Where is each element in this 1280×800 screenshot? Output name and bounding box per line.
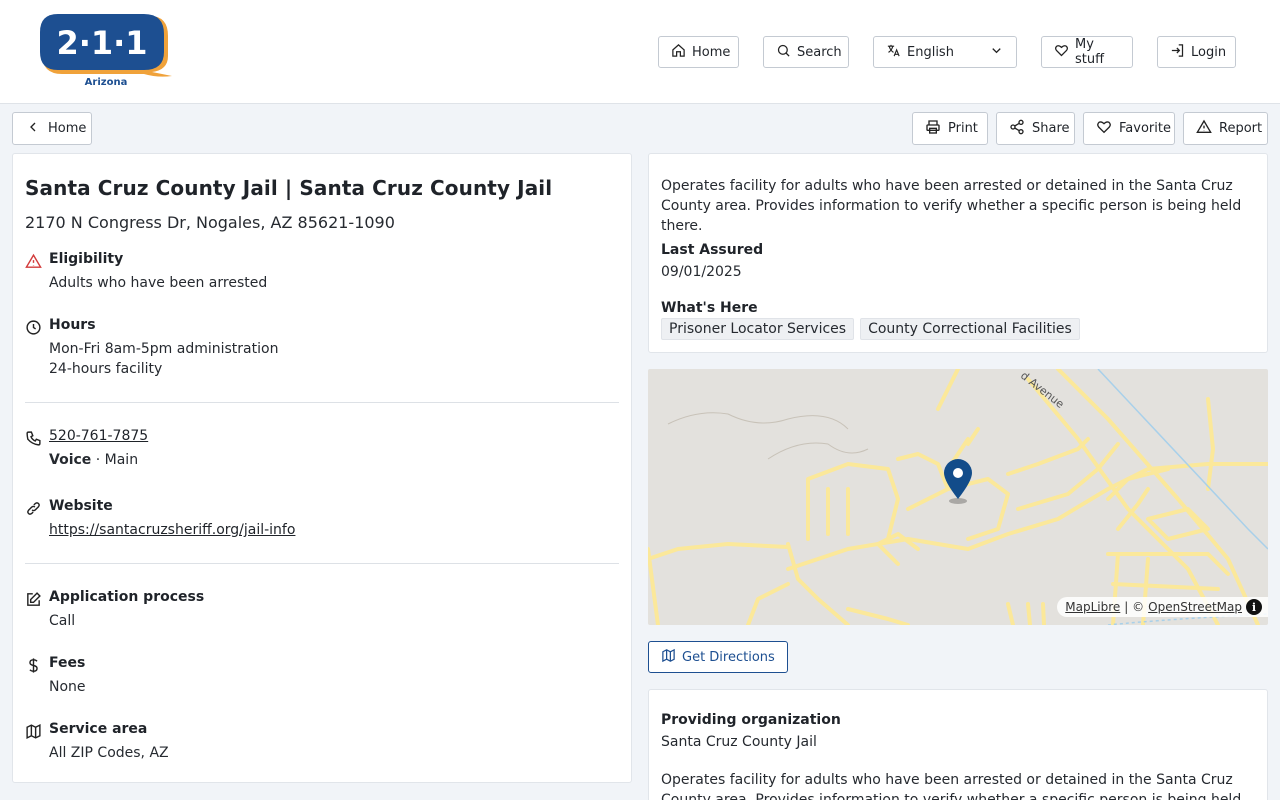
map-attribution: MapLibre | © OpenStreetMap i bbox=[1057, 597, 1268, 617]
divider bbox=[25, 563, 619, 564]
location-map[interactable]: d Avenue MapLibre | © OpenStreetMap i bbox=[648, 369, 1268, 625]
chevron-down-icon bbox=[989, 43, 1004, 62]
map-icon bbox=[661, 648, 676, 667]
hours-value: Mon-Fri 8am-5pm administration 24-hours … bbox=[49, 339, 278, 379]
nav-home-button[interactable]: Home bbox=[658, 36, 739, 68]
nav-search-button[interactable]: Search bbox=[763, 36, 849, 68]
share-icon bbox=[1009, 119, 1025, 139]
dollar-icon bbox=[25, 657, 42, 674]
tag-prisoner-locator: Prisoner Locator Services bbox=[661, 318, 855, 340]
service-area-value: All ZIP Codes, AZ bbox=[49, 745, 169, 761]
printer-icon bbox=[925, 119, 941, 139]
nav-home-label: Home bbox=[692, 44, 731, 60]
description-card: Operates facility for adults who have be… bbox=[648, 153, 1268, 353]
eligibility-label: Eligibility bbox=[49, 251, 124, 267]
hours-label: Hours bbox=[49, 317, 96, 333]
organization-label: Providing organization bbox=[661, 712, 841, 728]
nav-login-button[interactable]: Login bbox=[1157, 36, 1236, 68]
language-select[interactable]: English bbox=[873, 36, 1017, 68]
service-details-card: Santa Cruz County Jail | Santa Cruz Coun… bbox=[12, 153, 632, 783]
map-pin bbox=[944, 459, 972, 504]
website-link[interactable]: https://santacruzsheriff.org/jail-info bbox=[49, 522, 295, 538]
website-label: Website bbox=[49, 498, 113, 514]
application-label: Application process bbox=[49, 589, 205, 605]
service-description: Operates facility for adults who have be… bbox=[661, 178, 1242, 234]
hours-line-1: Mon-Fri 8am-5pm administration bbox=[49, 341, 279, 357]
phone-separator: · bbox=[91, 452, 105, 468]
tag-list: Prisoner Locator Services County Correct… bbox=[661, 318, 1080, 340]
favorite-button[interactable]: Favorite bbox=[1083, 112, 1175, 145]
phone-icon bbox=[25, 430, 42, 447]
logo-number: 2·1·1 bbox=[56, 24, 147, 62]
warning-icon bbox=[25, 253, 42, 270]
eligibility-value: Adults who have been arrested bbox=[49, 275, 268, 291]
login-icon bbox=[1170, 43, 1185, 62]
phone-desc: Voice · Main bbox=[49, 450, 138, 470]
nav-search-label: Search bbox=[797, 44, 842, 60]
phone-type: Voice bbox=[49, 452, 92, 468]
favorite-label: Favorite bbox=[1119, 121, 1171, 136]
link-icon bbox=[25, 500, 42, 517]
phone-number[interactable]: 520-761-7875 bbox=[49, 428, 148, 444]
nav-mystuff-button[interactable]: My stuff bbox=[1041, 36, 1133, 68]
phone-description: Main bbox=[104, 452, 139, 468]
organization-name: Santa Cruz County Jail bbox=[661, 734, 817, 750]
whats-here-label: What's Here bbox=[661, 300, 758, 316]
share-button[interactable]: Share bbox=[996, 112, 1075, 145]
openstreetmap-link[interactable]: OpenStreetMap bbox=[1148, 600, 1242, 614]
clock-icon bbox=[25, 319, 42, 336]
heart-icon bbox=[1054, 43, 1069, 62]
print-button[interactable]: Print bbox=[912, 112, 988, 145]
page-title: Santa Cruz County Jail | Santa Cruz Coun… bbox=[25, 176, 553, 200]
organization-description: Operates facility for adults who have be… bbox=[661, 772, 1242, 800]
get-directions-label: Get Directions bbox=[682, 649, 775, 665]
report-label: Report bbox=[1219, 121, 1263, 136]
maplibre-link[interactable]: MapLibre bbox=[1065, 600, 1120, 614]
nav-mystuff-label: My stuff bbox=[1075, 37, 1105, 67]
heart-icon bbox=[1096, 119, 1112, 139]
share-label: Share bbox=[1032, 121, 1070, 136]
report-button[interactable]: Report bbox=[1183, 112, 1268, 145]
warning-icon bbox=[1196, 119, 1212, 139]
application-value: Call bbox=[49, 613, 76, 629]
fees-label: Fees bbox=[49, 655, 86, 671]
last-assured-value: 09/01/2025 bbox=[661, 264, 742, 280]
edit-icon bbox=[25, 591, 42, 608]
hours-line-2: 24-hours facility bbox=[49, 361, 163, 377]
back-home-label: Home bbox=[48, 121, 87, 136]
phone-link[interactable]: 520-761-7875 bbox=[49, 428, 148, 444]
service-address: 2170 N Congress Dr, Nogales, AZ 85621-10… bbox=[25, 213, 395, 232]
service-area-label: Service area bbox=[49, 721, 148, 737]
info-icon[interactable]: i bbox=[1246, 599, 1262, 615]
tag-county-correctional: County Correctional Facilities bbox=[860, 318, 1080, 340]
divider bbox=[25, 402, 619, 403]
translate-icon bbox=[886, 43, 901, 62]
nav-login-label: Login bbox=[1191, 44, 1227, 60]
back-home-button[interactable]: Home bbox=[12, 112, 92, 145]
home-icon bbox=[671, 43, 686, 62]
organization-card: Providing organization Santa Cruz County… bbox=[648, 689, 1268, 800]
map-icon bbox=[25, 723, 42, 740]
print-label: Print bbox=[948, 121, 978, 136]
last-assured-label: Last Assured bbox=[661, 242, 764, 258]
attribution-separator: | © bbox=[1124, 600, 1145, 614]
map-roads bbox=[648, 369, 1268, 625]
get-directions-button[interactable]: Get Directions bbox=[648, 641, 788, 673]
search-icon bbox=[776, 43, 791, 62]
language-value: English bbox=[907, 44, 954, 60]
site-header: 2·1·1 Arizona Home Search English My stu… bbox=[0, 0, 1280, 104]
logo-caption: Arizona bbox=[84, 77, 128, 88]
chevron-left-icon bbox=[25, 119, 41, 139]
fees-value: None bbox=[49, 679, 86, 695]
